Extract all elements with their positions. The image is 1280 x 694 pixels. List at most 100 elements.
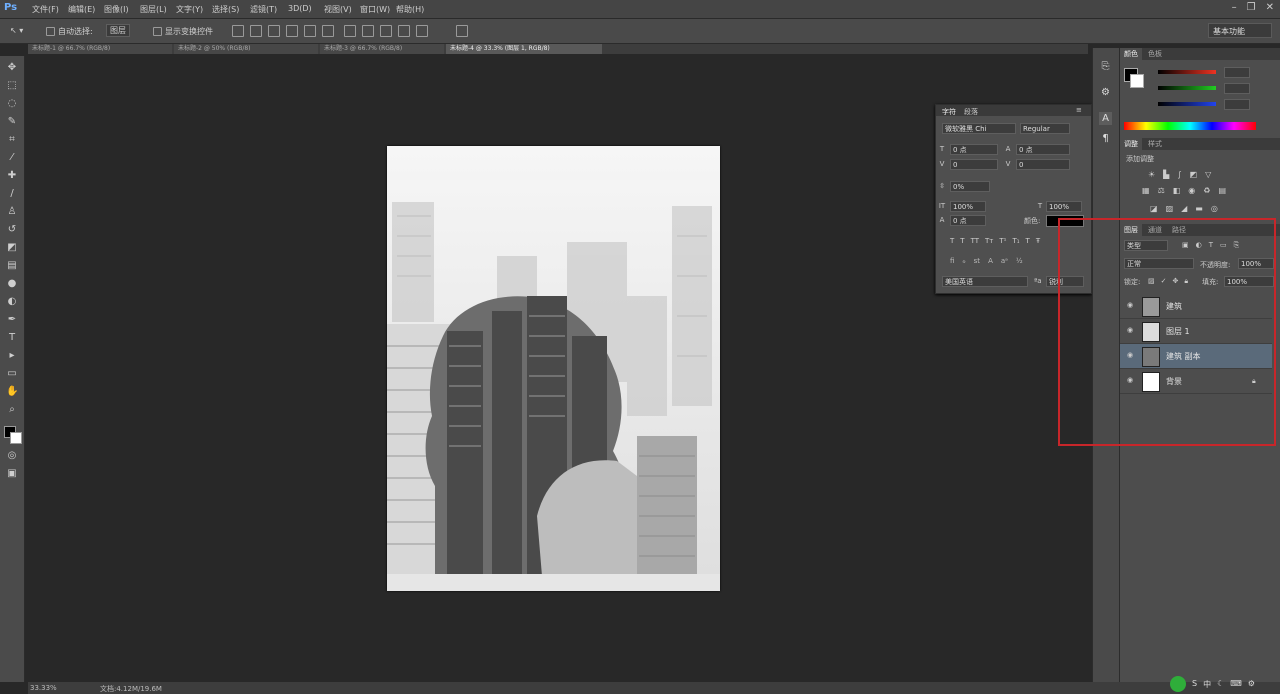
red-value-field[interactable] — [1224, 67, 1250, 78]
language-select[interactable]: 美国英语 — [942, 276, 1028, 287]
tab-adjustments[interactable]: 调整 — [1120, 138, 1142, 150]
ordinal-icon[interactable]: aᵃ — [1001, 257, 1008, 265]
workspace-switcher[interactable]: 基本功能 — [1208, 23, 1272, 38]
small-caps-icon[interactable]: Tт — [985, 237, 993, 245]
all-caps-icon[interactable]: TT — [971, 237, 979, 245]
type-filter-icon[interactable]: T — [1209, 241, 1213, 250]
lock-position-icon[interactable]: ✥ — [1173, 277, 1179, 286]
distribute-right-icon[interactable] — [416, 25, 428, 37]
stylistic-icon[interactable]: st — [974, 257, 980, 265]
type-tool-icon[interactable]: T — [6, 332, 18, 344]
move-tool-icon[interactable]: ↖ ▾ — [10, 26, 23, 35]
brush-tool-icon[interactable]: / — [6, 188, 18, 200]
pixel-filter-icon[interactable]: ▣ — [1182, 241, 1189, 250]
background-color-swatch[interactable] — [10, 432, 22, 444]
hand-tool-icon[interactable]: ✋ — [6, 386, 18, 398]
opacity-field[interactable]: 100% — [1238, 258, 1274, 269]
shape-filter-icon[interactable]: ▭ — [1220, 241, 1227, 250]
eraser-tool-icon[interactable]: ◩ — [6, 242, 18, 254]
menu-3d[interactable]: 3D(D) — [288, 4, 312, 13]
menu-window[interactable]: 窗口(W) — [360, 4, 390, 15]
curves-icon[interactable]: ∫ — [1177, 170, 1181, 179]
underline-icon[interactable]: T — [1026, 237, 1030, 245]
tab-swatches[interactable]: 色板 — [1144, 48, 1166, 60]
tab-character[interactable]: 字符 — [942, 107, 956, 117]
layer-kind-filter[interactable]: 类型 — [1124, 240, 1168, 251]
superscript-icon[interactable]: T¹ — [999, 237, 1006, 245]
distribute-bottom-icon[interactable] — [380, 25, 392, 37]
exposure-icon[interactable]: ◩ — [1190, 170, 1198, 179]
black-white-icon[interactable]: ◧ — [1173, 186, 1181, 195]
panel-menu-icon[interactable]: ≡ — [1076, 106, 1082, 114]
tray-s-icon[interactable]: S — [1192, 679, 1197, 690]
show-transform-checkbox[interactable] — [153, 27, 162, 36]
shape-tool-icon[interactable]: ▭ — [6, 368, 18, 380]
align-left-icon[interactable] — [286, 25, 298, 37]
font-size-field[interactable]: 0 点 — [950, 144, 998, 155]
menu-edit[interactable]: 编辑(E) — [68, 4, 95, 15]
properties-panel-icon[interactable]: ⚙ — [1099, 86, 1112, 99]
document-canvas[interactable] — [387, 146, 720, 591]
align-bottom-icon[interactable] — [268, 25, 280, 37]
screen-mode-icon[interactable]: ▣ — [6, 468, 18, 480]
blue-slider[interactable] — [1158, 102, 1216, 106]
eyedropper-tool-icon[interactable]: ⁄ — [6, 152, 18, 164]
smart-object-filter-icon[interactable]: ⎘ — [1234, 241, 1240, 250]
layer-select-dropdown[interactable]: 图层 — [106, 24, 130, 37]
vibrance-icon[interactable]: ▽ — [1205, 170, 1211, 179]
quick-select-tool-icon[interactable]: ✎ — [6, 116, 18, 128]
menu-filter[interactable]: 滤镜(T) — [250, 4, 277, 15]
auto-select-checkbox[interactable] — [46, 27, 55, 36]
crop-tool-icon[interactable]: ⌗ — [6, 134, 18, 146]
tray-lang-icon[interactable]: 中 — [1203, 679, 1211, 690]
blue-value-field[interactable] — [1224, 99, 1250, 110]
visibility-eye-icon[interactable]: ◉ — [1126, 352, 1134, 359]
align-top-icon[interactable] — [232, 25, 244, 37]
tab-color[interactable]: 颜色 — [1120, 48, 1142, 60]
invert-icon[interactable]: ◪ — [1150, 204, 1158, 213]
lock-pixels-icon[interactable]: ✓ — [1161, 277, 1167, 286]
dodge-tool-icon[interactable]: ◐ — [6, 296, 18, 308]
healing-brush-icon[interactable]: ✚ — [6, 170, 18, 182]
tab-layers[interactable]: 图层 — [1120, 224, 1142, 236]
move-tool-icon[interactable]: ✥ — [6, 62, 18, 74]
tab-doc-1[interactable]: 未标题-1 @ 66.7% (RGB/8) — [28, 44, 172, 54]
tray-moon-icon[interactable]: ☾ — [1217, 679, 1224, 690]
path-select-icon[interactable]: ▸ — [6, 350, 18, 362]
adjustment-filter-icon[interactable]: ◐ — [1196, 241, 1202, 250]
subscript-icon[interactable]: T₁ — [1012, 237, 1019, 245]
gradient-tool-icon[interactable]: ▤ — [6, 260, 18, 272]
zoom-tool-icon[interactable]: ⌕ — [6, 404, 18, 416]
visibility-eye-icon[interactable]: ◉ — [1126, 377, 1134, 384]
tracking-field[interactable]: 0 — [1016, 159, 1070, 170]
blur-tool-icon[interactable]: ● — [6, 278, 18, 290]
tab-paragraph[interactable]: 段落 — [964, 107, 978, 117]
visibility-eye-icon[interactable]: ◉ — [1126, 327, 1134, 334]
menu-view[interactable]: 视图(V) — [324, 4, 352, 15]
menu-layer[interactable]: 图层(L) — [140, 4, 167, 15]
font-style-select[interactable]: Regular — [1020, 123, 1070, 134]
tab-channels[interactable]: 通道 — [1144, 224, 1166, 236]
menu-help[interactable]: 帮助(H) — [396, 4, 424, 15]
minimize-icon[interactable]: – — [1232, 2, 1237, 13]
leading-field[interactable]: 0 点 — [1016, 144, 1070, 155]
input-method-icon[interactable] — [1170, 676, 1186, 692]
menu-file[interactable]: 文件(F) — [32, 4, 59, 15]
lock-all-icon[interactable]: 🔒︎ — [1184, 277, 1188, 286]
threshold-icon[interactable]: ◢ — [1181, 204, 1187, 213]
horizontal-scale-field[interactable]: 100% — [1046, 201, 1082, 212]
ligature-icon[interactable]: fi — [950, 257, 954, 265]
restore-icon[interactable]: ❐ — [1247, 2, 1256, 13]
blend-mode-select[interactable]: 正常 — [1124, 258, 1194, 269]
close-icon[interactable]: ✕ — [1266, 2, 1274, 13]
visibility-eye-icon[interactable]: ◉ — [1126, 302, 1134, 309]
green-slider[interactable] — [1158, 86, 1216, 90]
font-family-select[interactable]: 微软雅黑 Chi — [942, 123, 1016, 134]
menu-image[interactable]: 图像(I) — [104, 4, 129, 15]
tray-settings-icon[interactable]: ⚙ — [1248, 679, 1255, 690]
fraction-icon[interactable]: ½ — [1016, 257, 1023, 265]
vertical-scale-field[interactable]: 100% — [950, 201, 986, 212]
selective-color-icon[interactable]: ◎ — [1211, 204, 1218, 213]
faux-italic-icon[interactable]: T — [960, 237, 964, 245]
tab-paths[interactable]: 路径 — [1168, 224, 1190, 236]
